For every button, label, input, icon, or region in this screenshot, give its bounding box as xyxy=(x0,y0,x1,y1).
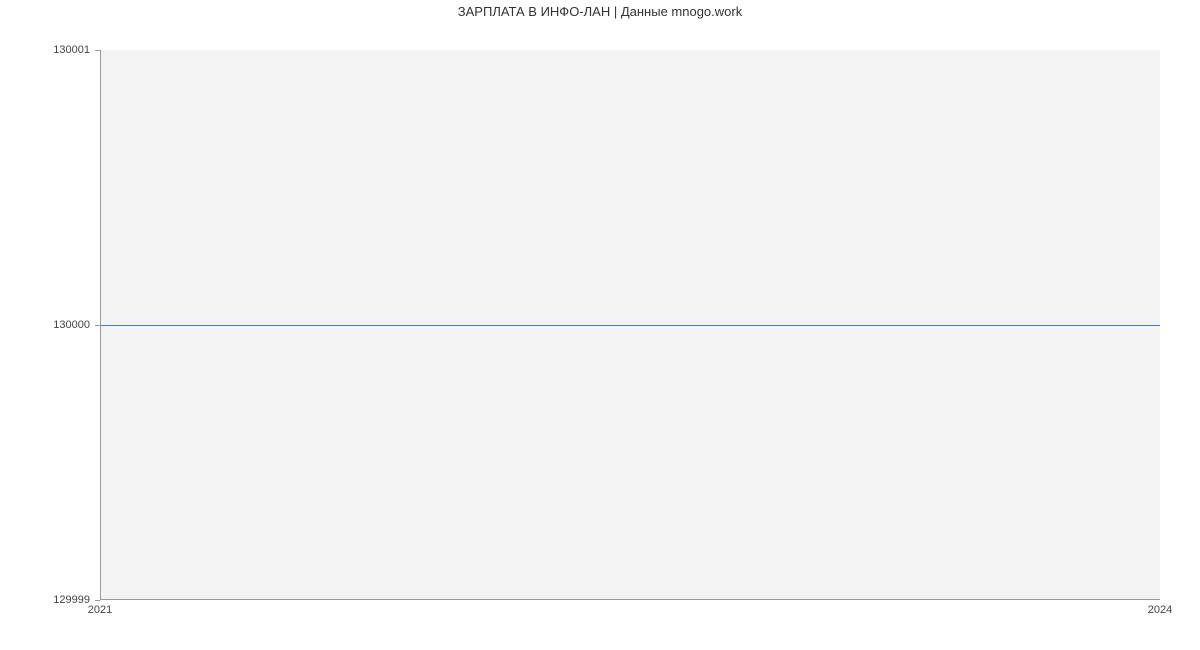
chart-container: ЗАРПЛАТА В ИНФО-ЛАН | Данные mnogo.work … xyxy=(0,0,1200,650)
plot-area xyxy=(100,50,1160,600)
y-tick-label: 130001 xyxy=(0,44,90,56)
chart-title: ЗАРПЛАТА В ИНФО-ЛАН | Данные mnogo.work xyxy=(0,4,1200,19)
data-line xyxy=(101,325,1160,326)
y-tick-label: 130000 xyxy=(0,319,90,331)
x-tick-label: 2021 xyxy=(88,604,112,616)
y-tick xyxy=(95,600,100,601)
x-tick-label: 2024 xyxy=(1148,604,1172,616)
y-tick-label: 129999 xyxy=(0,594,90,606)
